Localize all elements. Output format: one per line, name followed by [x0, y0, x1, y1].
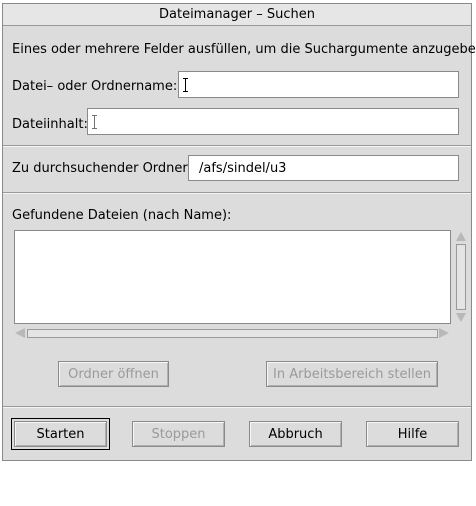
horizontal-scrollbar[interactable]: [14, 327, 451, 339]
scroll-left-arrow-icon[interactable]: [15, 328, 25, 338]
help-button[interactable]: Hilfe: [366, 421, 459, 447]
horizontal-scroll-track[interactable]: [27, 329, 438, 338]
scroll-right-arrow-icon[interactable]: [439, 328, 449, 338]
content-field[interactable]: [87, 108, 459, 135]
results-label: Gefundene Dateien (nach Name):: [12, 208, 232, 223]
separator: [3, 406, 471, 408]
cancel-button[interactable]: Abbruch: [249, 421, 342, 447]
results-list[interactable]: [14, 230, 451, 324]
title-bar[interactable]: Dateimanager – Suchen: [3, 4, 471, 26]
content-field-label: Dateiinhalt:: [12, 117, 88, 132]
text-cursor-icon: [92, 114, 97, 129]
put-in-workspace-button[interactable]: In Arbeitsbereich stellen: [266, 361, 438, 387]
vertical-scroll-track[interactable]: [456, 244, 466, 310]
instructions-text: Eines oder mehrere Felder ausfüllen, um …: [12, 42, 476, 57]
folder-field[interactable]: /afs/sindel/u3: [188, 155, 459, 181]
start-button[interactable]: Starten: [11, 418, 110, 450]
folder-field-label: Zu durchsuchender Ordner:: [12, 161, 192, 176]
separator: [3, 145, 471, 147]
text-cursor-icon: [183, 77, 188, 92]
find-dialog-window: Dateimanager – Suchen Eines oder mehrere…: [2, 3, 476, 461]
separator: [3, 192, 471, 194]
stop-button[interactable]: Stoppen: [132, 421, 225, 447]
vertical-scrollbar[interactable]: [454, 230, 467, 324]
scroll-up-arrow-icon[interactable]: [456, 232, 466, 241]
window-title: Dateimanager – Suchen: [159, 7, 315, 22]
name-field-label: Datei– oder Ordnername:: [12, 79, 178, 94]
name-field[interactable]: [178, 71, 459, 98]
open-folder-button[interactable]: Ordner öffnen: [58, 361, 169, 387]
scroll-down-arrow-icon[interactable]: [456, 313, 466, 322]
